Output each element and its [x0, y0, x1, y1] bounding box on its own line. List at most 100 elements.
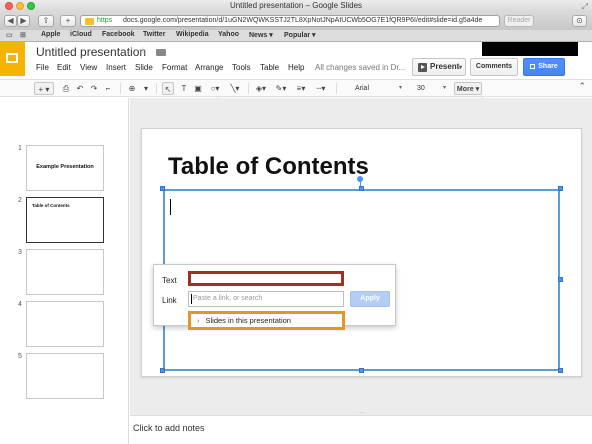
save-status[interactable]: All changes saved in Dr...: [315, 63, 405, 72]
rotate-handle[interactable]: [357, 176, 363, 182]
share-page-button[interactable]: ⇪: [38, 15, 54, 27]
address-bar[interactable]: https docs.google.com/presentation/d/1uG…: [80, 15, 500, 27]
slides-logo-icon[interactable]: [0, 42, 25, 76]
toolbar-divider: [336, 83, 337, 94]
folder-icon[interactable]: [156, 49, 166, 56]
current-slide[interactable]: Table of Contents: [141, 128, 582, 377]
bookmark-twitter[interactable]: Twitter: [143, 31, 165, 38]
slides-in-presentation-option[interactable]: › Slides in this presentation: [188, 311, 345, 330]
apply-button[interactable]: Apply: [350, 291, 390, 307]
link-text-input[interactable]: [188, 271, 344, 286]
zoom-icon[interactable]: ⊕: [126, 82, 138, 95]
menu-view[interactable]: View: [80, 63, 97, 72]
new-slide-button[interactable]: + ▾: [34, 82, 54, 95]
slide-heading[interactable]: Table of Contents: [168, 153, 369, 181]
slide-thumbnail-1[interactable]: Example Presentation: [26, 145, 104, 191]
share-button[interactable]: Share: [523, 58, 565, 76]
resize-handle-sw[interactable]: [160, 368, 165, 373]
forward-button[interactable]: ▶: [17, 15, 30, 27]
chevron-down-icon[interactable]: ▾: [459, 60, 462, 76]
menu-slide[interactable]: Slide: [135, 63, 153, 72]
toolbar-divider: [120, 83, 121, 94]
menu-tools[interactable]: Tools: [232, 63, 251, 72]
slide-number: 5: [18, 353, 22, 360]
chevron-right-icon: ›: [197, 316, 200, 325]
more-button[interactable]: More ▾: [454, 82, 482, 95]
font-family-select[interactable]: Arial ▾: [352, 82, 404, 95]
resize-handle-s[interactable]: [359, 368, 364, 373]
zoom-dropdown-icon[interactable]: ▾: [140, 82, 152, 95]
resize-handle-ne[interactable]: [558, 186, 563, 191]
resize-handle-e[interactable]: [558, 277, 563, 282]
menu-edit[interactable]: Edit: [57, 63, 71, 72]
slide-thumbnail-5[interactable]: [26, 353, 104, 399]
slide-thumbnail-3[interactable]: [26, 249, 104, 295]
back-button[interactable]: ◀: [4, 15, 17, 27]
slide-thumbnail-2[interactable]: Table of Contents: [26, 197, 104, 243]
toolbar-divider: [156, 83, 157, 94]
slides-app: Untitled presentation ☆ File Edit View I…: [0, 42, 592, 444]
text-box-tool-icon[interactable]: T: [178, 82, 190, 95]
new-tab-button[interactable]: +: [60, 15, 76, 27]
close-window-icon[interactable]: [5, 2, 13, 10]
bookmark-wikipedia[interactable]: Wikipedia: [176, 31, 209, 38]
border-weight-icon[interactable]: ≡▾: [292, 82, 310, 95]
font-size-value: 30: [417, 85, 425, 92]
border-color-icon[interactable]: ✎▾: [272, 82, 290, 95]
collapse-toolbar-icon[interactable]: ⌃: [578, 81, 586, 92]
bookmark-yahoo[interactable]: Yahoo: [218, 31, 239, 38]
font-size-select[interactable]: 30 ▾: [414, 82, 448, 95]
top-sites-icon[interactable]: ⊞: [20, 31, 26, 39]
slide-number: 1: [18, 145, 22, 152]
toolbar-divider: [248, 83, 249, 94]
bookmark-news[interactable]: News ▾: [249, 31, 273, 39]
menu-help[interactable]: Help: [288, 63, 304, 72]
menu-file[interactable]: File: [36, 63, 49, 72]
window-title: Untitled presentation – Google Slides: [229, 1, 363, 10]
slides-option-label: Slides in this presentation: [205, 316, 291, 325]
star-icon[interactable]: ☆: [138, 46, 147, 57]
bookmark-facebook[interactable]: Facebook: [102, 31, 135, 38]
bookmark-apple[interactable]: Apple: [41, 31, 60, 38]
resize-handle-se[interactable]: [558, 368, 563, 373]
border-dash-icon[interactable]: ┄▾: [312, 82, 330, 95]
bookmarks-bar: ▭ ⊞ Apple iCloud Facebook Twitter Wikipe…: [0, 30, 592, 42]
print-icon[interactable]: ⎙: [60, 82, 72, 95]
menu-arrange[interactable]: Arrange: [195, 63, 223, 72]
menu-format[interactable]: Format: [162, 63, 187, 72]
undo-icon[interactable]: ↶: [74, 82, 86, 95]
paint-format-icon[interactable]: ⌐: [102, 82, 114, 95]
play-icon: [418, 63, 427, 72]
menu-insert[interactable]: Insert: [106, 63, 126, 72]
menu-table[interactable]: Table: [260, 63, 279, 72]
text-label: Text: [162, 276, 177, 285]
bookmark-icloud[interactable]: iCloud: [70, 31, 92, 38]
plus-icon: +: [38, 85, 44, 94]
resize-handle-n[interactable]: [359, 186, 364, 191]
redo-icon[interactable]: ↷: [88, 82, 100, 95]
slide-number: 3: [18, 249, 22, 256]
select-tool-icon[interactable]: ↖: [162, 82, 174, 95]
reader-button[interactable]: Reader: [504, 15, 534, 27]
slide-thumbnail-4[interactable]: [26, 301, 104, 347]
link-url-input[interactable]: Paste a link, or search: [188, 291, 344, 307]
line-tool-icon[interactable]: ╲▾: [226, 82, 244, 95]
comments-button[interactable]: Comments: [470, 58, 518, 76]
main-toolbar: + ▾ ⎙ ↶ ↷ ⌐ ⊕ ▾ ↖ T ▣ ○▾ ╲▾ ◈▾ ✎▾ ≡▾ ┄▾ …: [0, 79, 592, 97]
window-titlebar: Untitled presentation – Google Slides ⤢: [0, 0, 592, 12]
shape-tool-icon[interactable]: ○▾: [206, 82, 224, 95]
bookmark-popular[interactable]: Popular ▾: [284, 31, 316, 39]
url-scheme: https: [97, 17, 113, 24]
speaker-notes[interactable]: Click to add notes: [130, 415, 592, 444]
downloads-button[interactable]: ⊙: [572, 15, 587, 27]
present-button[interactable]: Present ▾: [412, 58, 466, 76]
reading-list-icon[interactable]: ▭: [6, 31, 13, 39]
minimize-window-icon[interactable]: [16, 2, 24, 10]
zoom-window-icon[interactable]: [27, 2, 35, 10]
resize-handle-nw[interactable]: [160, 186, 165, 191]
lock-icon: [530, 64, 536, 69]
doc-title[interactable]: Untitled presentation: [36, 45, 146, 59]
image-tool-icon[interactable]: ▣: [192, 82, 204, 95]
more-label: More: [456, 86, 474, 93]
fill-color-icon[interactable]: ◈▾: [252, 82, 270, 95]
